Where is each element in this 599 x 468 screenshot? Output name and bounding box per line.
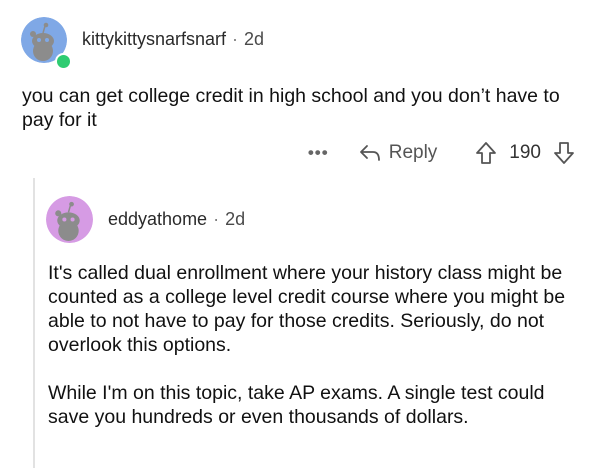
- comment-paragraph: While I'm on this topic, take AP exams. …: [48, 382, 545, 428]
- comment-body: you can get college credit in high schoo…: [22, 85, 560, 131]
- upvote-icon[interactable]: [475, 141, 497, 165]
- separator: ·: [232, 29, 239, 49]
- reply-arrow-icon: [359, 145, 380, 161]
- username[interactable]: kittykittysnarfsnarf: [82, 29, 226, 49]
- downvote-icon[interactable]: [553, 141, 575, 165]
- vote-count: 190: [509, 142, 541, 163]
- more-options-icon[interactable]: •••: [308, 143, 329, 163]
- comment-age: 2d: [244, 29, 265, 49]
- reply-button[interactable]: Reply: [359, 142, 438, 164]
- reply-label: Reply: [388, 142, 438, 163]
- online-status-dot: [55, 53, 72, 70]
- comment-meta: eddyathome · 2d: [108, 209, 245, 230]
- snoo-avatar-icon: [46, 196, 93, 243]
- separator: ·: [213, 209, 220, 229]
- avatar[interactable]: [46, 196, 93, 243]
- username[interactable]: eddyathome: [108, 209, 207, 229]
- comment-actions: ••• Reply 190: [308, 140, 575, 166]
- comment-age: 2d: [225, 209, 246, 229]
- comment-paragraph: It's called dual enrollment where your h…: [48, 262, 566, 356]
- thread-line[interactable]: [33, 178, 35, 468]
- vote-control: 190: [475, 141, 575, 165]
- comment-meta: kittykittysnarfsnarf · 2d: [82, 29, 264, 50]
